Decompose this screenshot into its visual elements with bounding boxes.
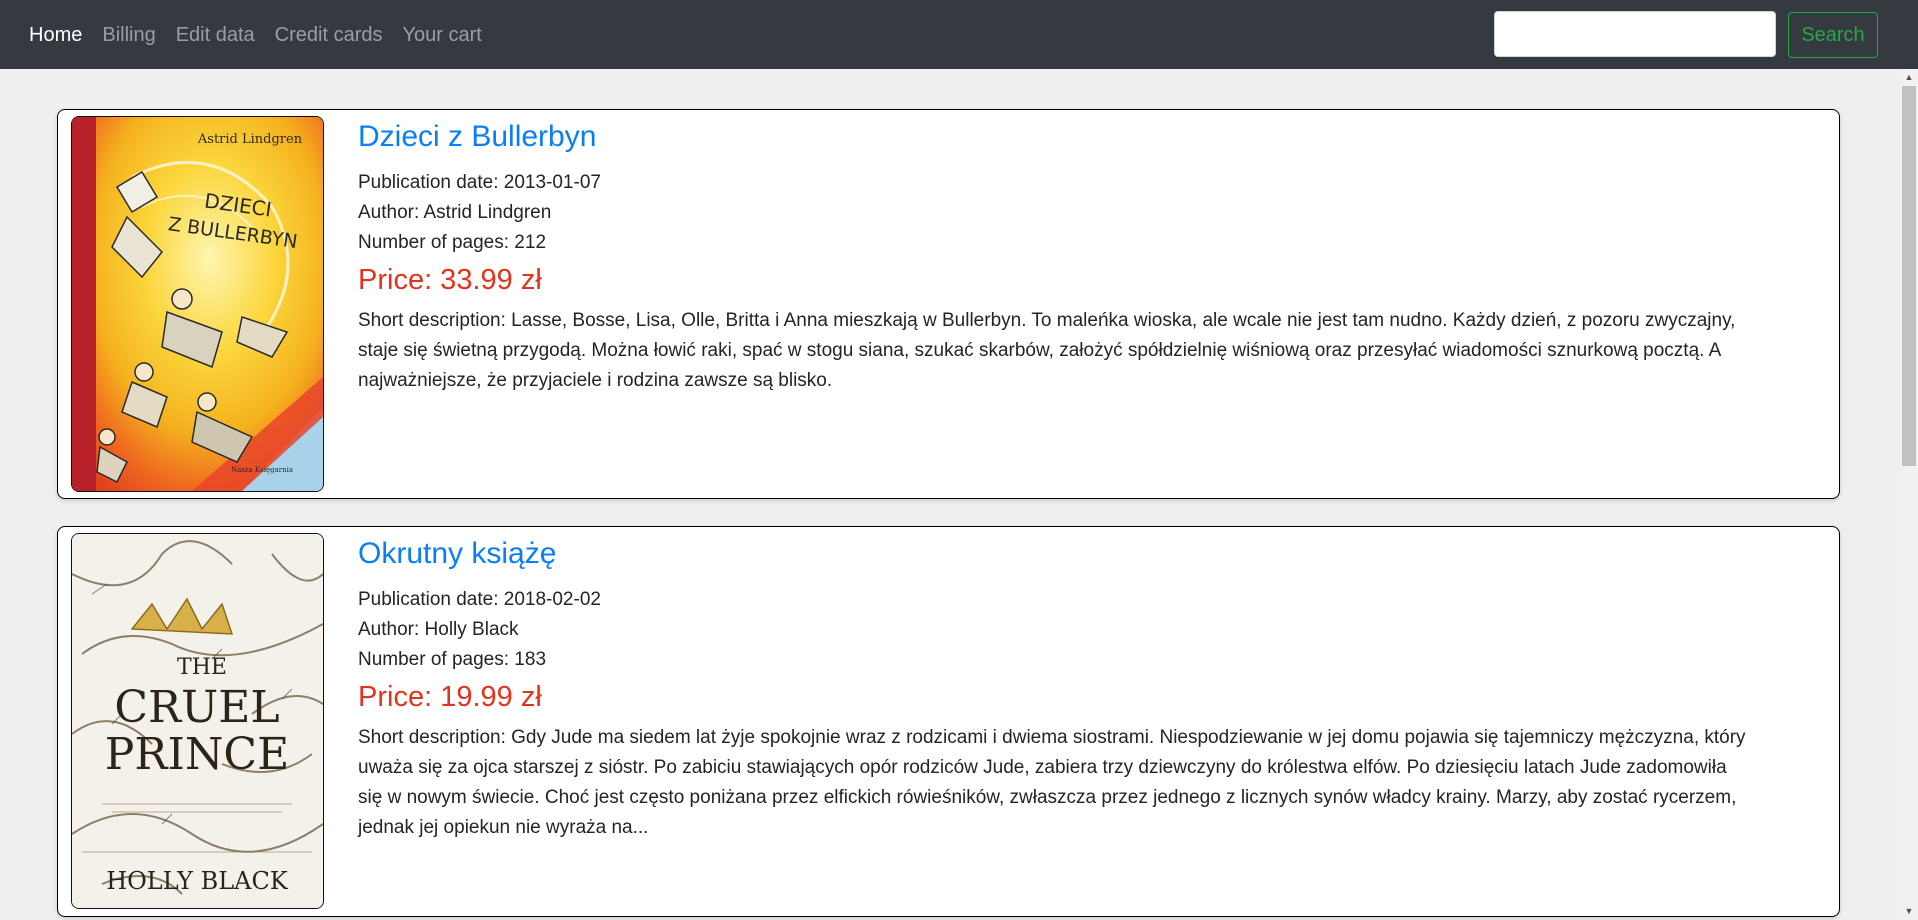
book-cover-image[interactable]: Astrid Lindgren DZIECI Z BULLERBYN Nasza… — [71, 116, 324, 492]
price: Price: 33.99 zł — [358, 264, 542, 296]
cover-title-text: THE — [177, 655, 227, 680]
book-info: Okrutny książę Publication date: 2018-02… — [358, 535, 1748, 843]
short-description: Short description: Lasse, Bosse, Lisa, O… — [358, 310, 1736, 391]
book-cover-image[interactable]: THE CRUEL PRINCE HOLLY BLACK — [71, 533, 324, 909]
nav-item-billing[interactable]: Billing — [102, 22, 155, 48]
scrollbar-thumb[interactable] — [1902, 86, 1916, 466]
search-button[interactable]: Search — [1788, 12, 1878, 58]
nav-item-your-cart[interactable]: Your cart — [402, 22, 481, 48]
page-count: Number of pages: 183 — [358, 649, 547, 670]
search-input[interactable] — [1494, 11, 1776, 57]
top-navbar: Home Billing Edit data Credit cards Your… — [0, 0, 1918, 69]
nav-item-credit-cards[interactable]: Credit cards — [275, 22, 383, 48]
vertical-scrollbar[interactable]: ▲ ▼ — [1900, 69, 1918, 920]
scroll-down-arrow-icon[interactable]: ▼ — [1900, 903, 1918, 920]
book-info: Dzieci z Bullerbyn Publication date: 201… — [358, 118, 1748, 396]
nav-links: Home Billing Edit data Credit cards Your… — [29, 22, 502, 48]
publication-date: Publication date: 2013-01-07 — [358, 172, 601, 193]
cover-title-text: CRUEL — [114, 682, 279, 733]
scroll-up-arrow-icon[interactable]: ▲ — [1900, 69, 1918, 86]
book-card: Astrid Lindgren DZIECI Z BULLERBYN Nasza… — [57, 109, 1840, 499]
nav-item-edit-data[interactable]: Edit data — [176, 22, 255, 48]
price: Price: 19.99 zł — [358, 681, 542, 713]
author: Author: Astrid Lindgren — [358, 202, 552, 223]
page-count: Number of pages: 212 — [358, 232, 547, 253]
author: Author: Holly Black — [358, 619, 519, 640]
cover-author-text: Astrid Lindgren — [197, 132, 303, 147]
publication-date: Publication date: 2018-02-02 — [358, 589, 601, 610]
cover-title-text: PRINCE — [105, 729, 289, 780]
book-title-link[interactable]: Okrutny książę — [358, 535, 1748, 573]
cover-author-text: HOLLY BLACK — [106, 867, 289, 895]
nav-item-home[interactable]: Home — [29, 22, 82, 48]
cover-publisher-text: Nasza Księgarnia — [231, 466, 293, 474]
short-description: Short description: Gdy Jude ma siedem la… — [358, 727, 1746, 838]
book-card: THE CRUEL PRINCE HOLLY BLACK Okrutny ksi… — [57, 526, 1840, 917]
book-title-link[interactable]: Dzieci z Bullerbyn — [358, 118, 1748, 156]
